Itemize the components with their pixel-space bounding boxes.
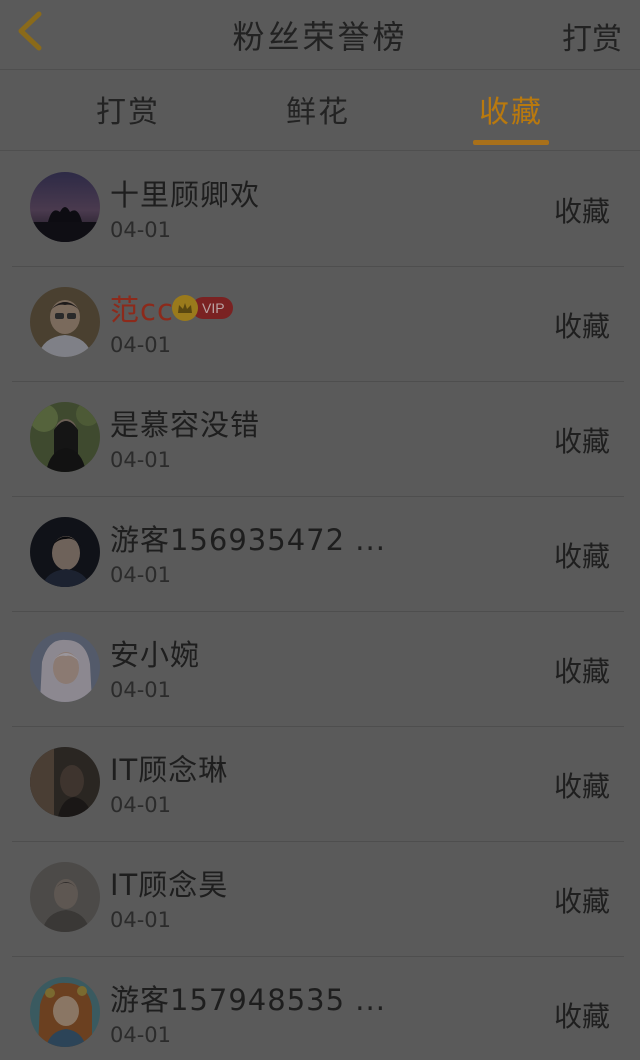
fan-name: 安小婉	[110, 638, 201, 672]
list-item[interactable]: 安小婉 04-01 收藏	[12, 612, 624, 727]
action-label: 收藏	[553, 655, 610, 688]
tab-reward[interactable]: 打赏	[92, 87, 164, 147]
action-label: 收藏	[553, 770, 610, 803]
list-item[interactable]: IT顾念昊 04-01 收藏	[12, 842, 624, 957]
avatar	[30, 862, 100, 932]
fan-name: 游客156935472 ...	[110, 523, 386, 557]
fan-name: IT顾念昊	[110, 868, 229, 902]
vip-badge: VIP	[172, 295, 233, 321]
fan-name: 是慕容没错	[110, 408, 261, 442]
tab-collect[interactable]: 收藏	[472, 87, 550, 147]
action-label: 收藏	[553, 310, 610, 343]
list-item[interactable]: 游客156935472 ... 04-01 收藏	[12, 497, 624, 612]
avatar	[30, 632, 100, 702]
avatar	[30, 747, 100, 817]
tab-flower[interactable]: 鲜花	[282, 87, 354, 147]
fan-date: 04-01	[110, 333, 172, 357]
reward-button[interactable]: 打赏	[562, 14, 622, 58]
avatar	[30, 977, 100, 1047]
fan-date: 04-01	[110, 678, 172, 702]
active-tab-indicator	[473, 140, 549, 145]
avatar	[30, 172, 100, 242]
action-label: 收藏	[553, 540, 610, 573]
list-item[interactable]: 是慕容没错 04-01 收藏	[12, 382, 624, 497]
action-label: 收藏	[553, 195, 610, 228]
page-title: 粉丝荣誉榜	[232, 18, 408, 56]
list-item[interactable]: 范cc VIP 04-01 收藏	[12, 267, 624, 382]
avatar	[30, 402, 100, 472]
list-item[interactable]: 十里顾卿欢 04-01 收藏	[12, 152, 624, 267]
fan-date: 04-01	[110, 218, 172, 242]
header-bar: 粉丝荣誉榜 打赏	[0, 0, 640, 70]
fan-list: 十里顾卿欢 04-01 收藏 范cc VIP 04-01 收藏 是慕容没错 04…	[0, 152, 640, 1060]
avatar	[30, 287, 100, 357]
fan-name: 十里顾卿欢	[110, 178, 261, 212]
action-label: 收藏	[553, 885, 610, 918]
fan-date: 04-01	[110, 563, 172, 587]
fan-date: 04-01	[110, 1023, 172, 1047]
action-label: 收藏	[553, 1000, 610, 1033]
tab-bar: 打赏 鲜花 收藏	[0, 71, 640, 151]
fan-name: IT顾念琳	[110, 753, 229, 787]
list-item[interactable]: IT顾念琳 04-01 收藏	[12, 727, 624, 842]
vip-label: VIP	[192, 297, 233, 319]
fan-name: 游客157948535 ...	[110, 983, 386, 1017]
fan-date: 04-01	[110, 908, 172, 932]
fan-name: 范cc	[110, 293, 174, 327]
fan-honor-screen: 粉丝荣誉榜 打赏 打赏 鲜花 收藏 十里顾卿欢 04-01 收藏 范cc VIP…	[0, 0, 640, 1060]
crown-icon	[172, 295, 198, 321]
list-item[interactable]: 游客157948535 ... 04-01 收藏	[12, 957, 624, 1060]
avatar	[30, 517, 100, 587]
fan-date: 04-01	[110, 793, 172, 817]
fan-date: 04-01	[110, 448, 172, 472]
action-label: 收藏	[553, 425, 610, 458]
